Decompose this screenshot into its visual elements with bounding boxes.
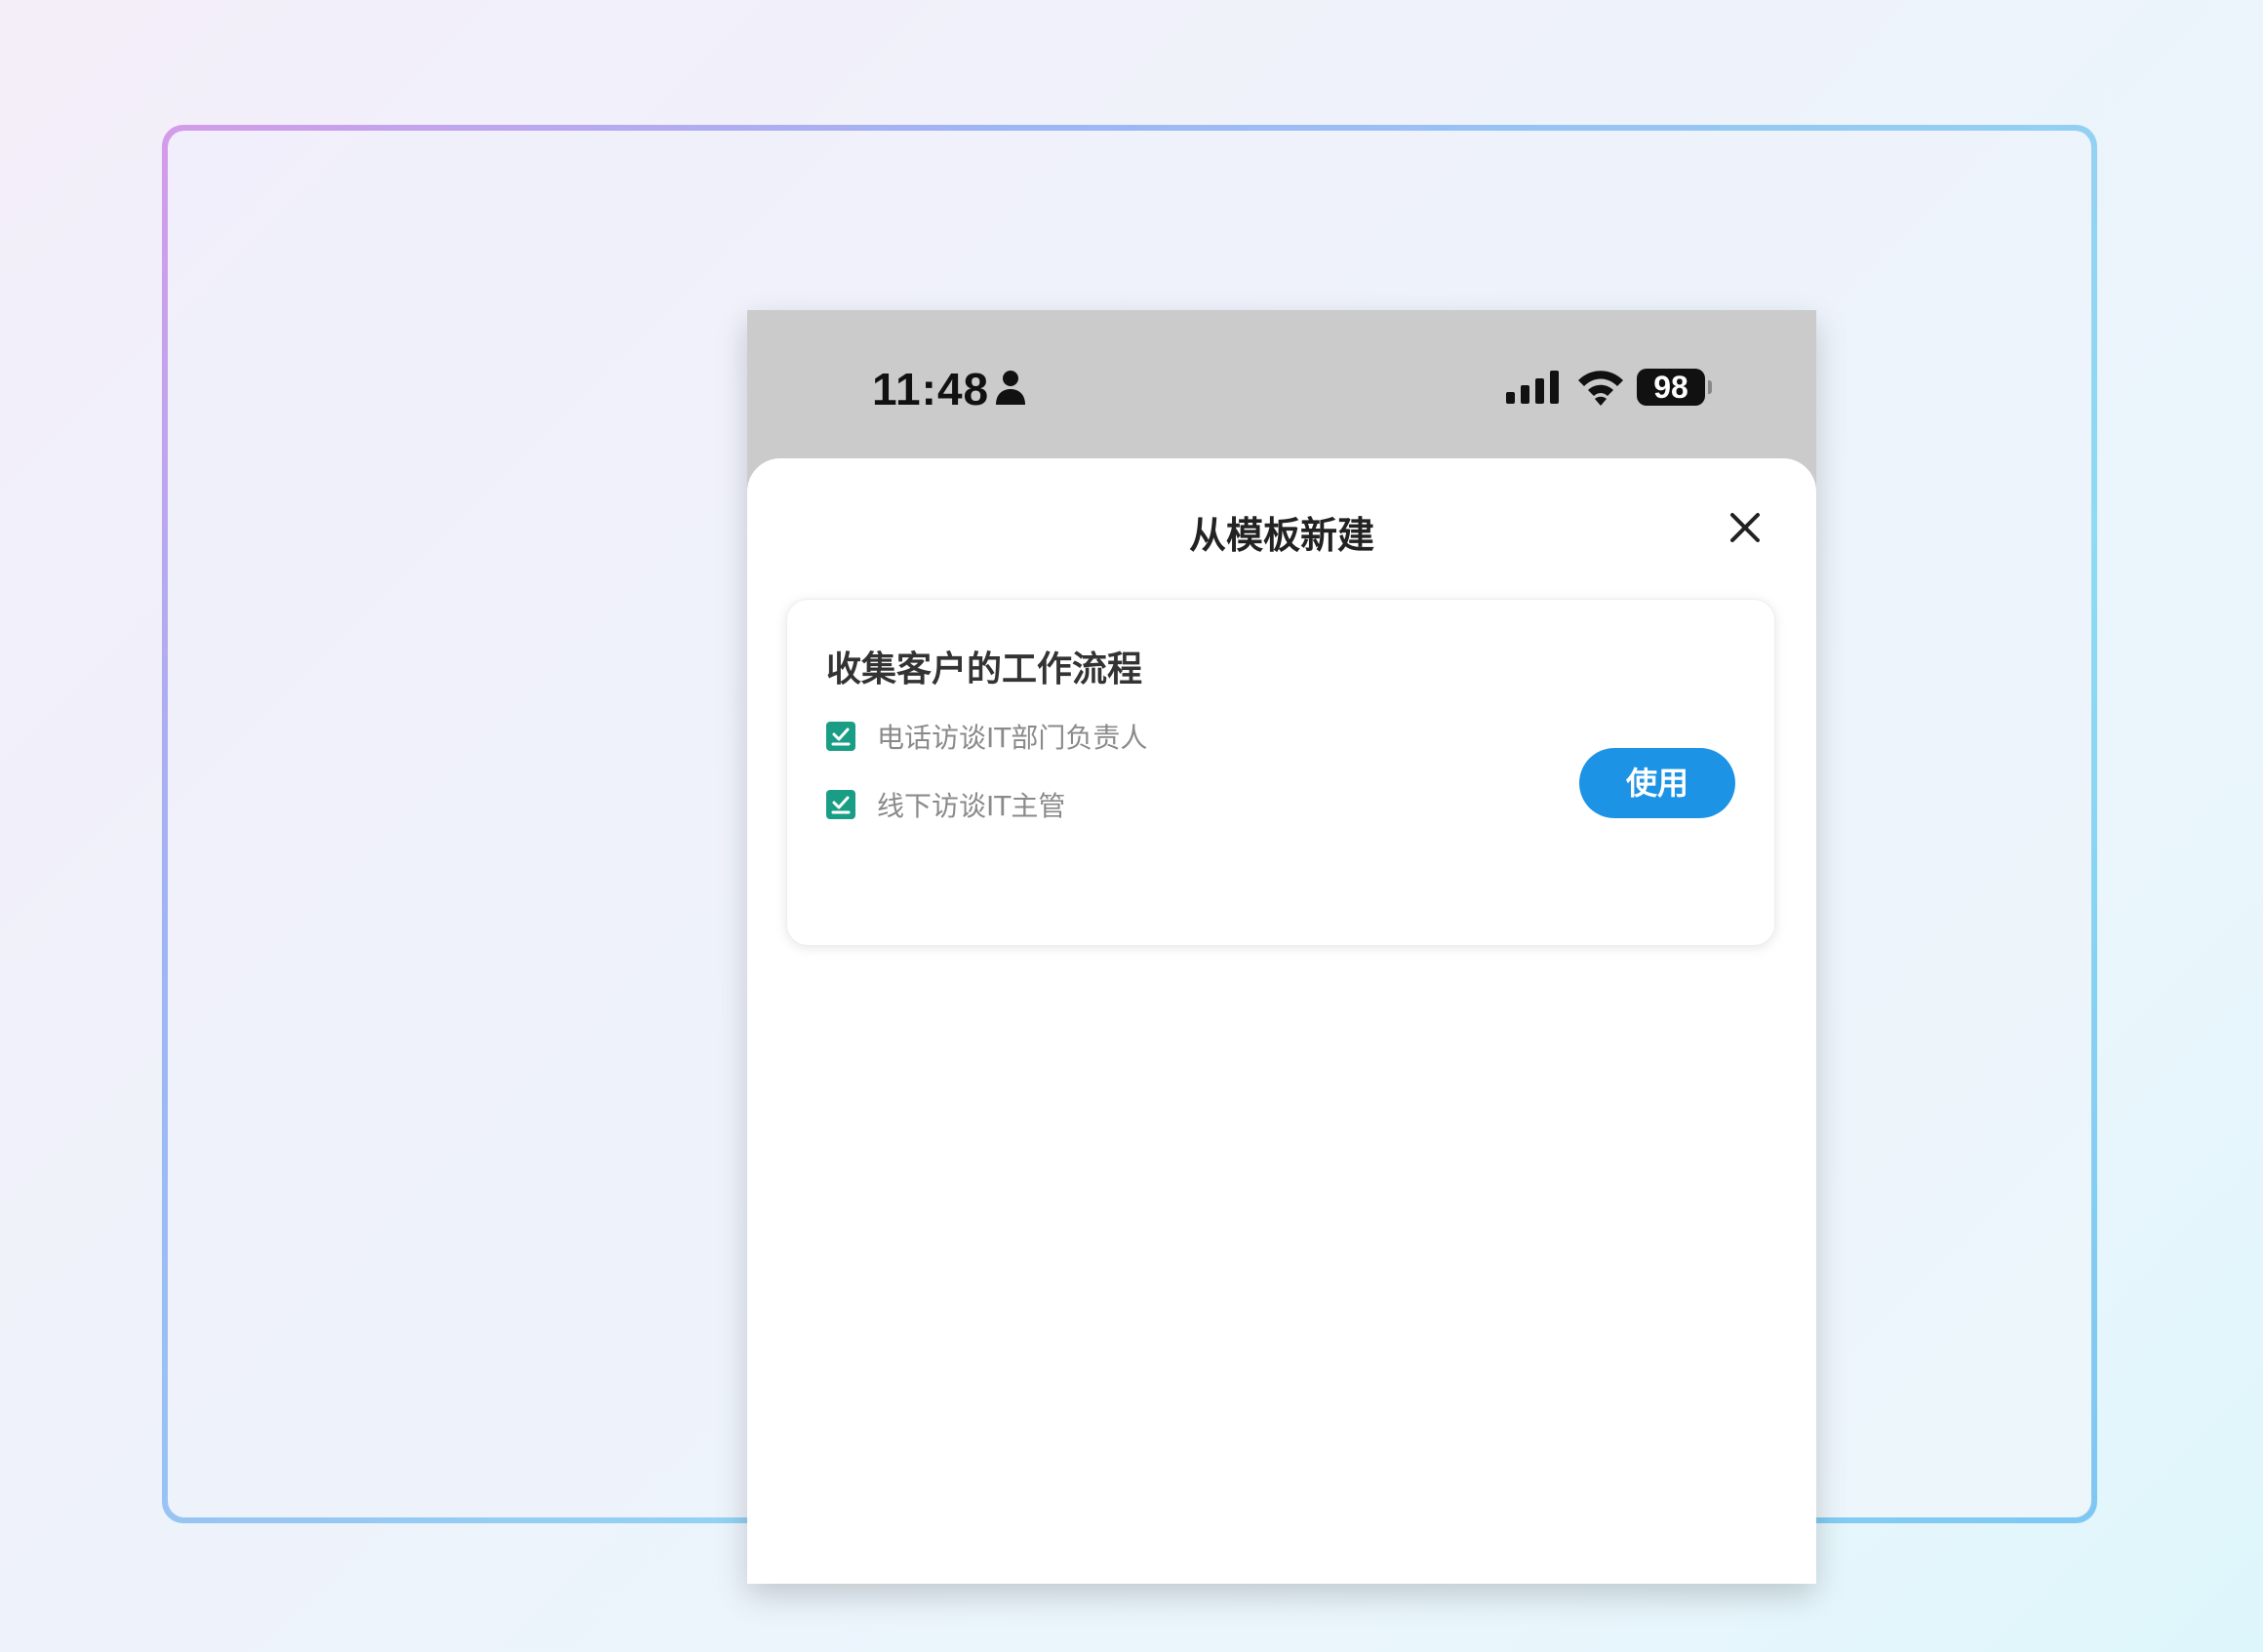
checkbox-checked-icon bbox=[826, 790, 855, 819]
bottom-sheet: 从模板新建 收集客户的工作流程 电话访谈IT部门负责人 线下访谈IT主管 使用 bbox=[747, 458, 1816, 1584]
phone-screen: 11:48 98 从模板新建 收集客户的工作流程 电话访谈IT部门负责人 线下访… bbox=[747, 310, 1816, 1584]
sheet-title: 从模板新建 bbox=[1188, 514, 1374, 557]
person-icon bbox=[996, 371, 1025, 405]
signal-icon bbox=[1506, 371, 1559, 404]
battery-tip bbox=[1708, 380, 1712, 394]
frame-content: 11:48 98 从模板新建 收集客户的工作流程 电话访谈IT部门负责人 线下访… bbox=[168, 131, 2091, 1584]
status-bar: 11:48 98 bbox=[747, 310, 1816, 458]
use-button[interactable]: 使用 bbox=[1579, 748, 1735, 818]
step-label: 线下访谈IT主管 bbox=[877, 790, 1066, 822]
status-time: 11:48 bbox=[872, 364, 990, 414]
close-icon[interactable] bbox=[1723, 505, 1767, 550]
checkbox-checked-icon bbox=[826, 722, 855, 751]
template-card[interactable]: 收集客户的工作流程 电话访谈IT部门负责人 线下访谈IT主管 使用 bbox=[786, 599, 1775, 946]
wifi-icon bbox=[1578, 371, 1623, 406]
step-item: 电话访谈IT部门负责人 bbox=[826, 717, 1147, 756]
battery-icon: 98 bbox=[1637, 369, 1705, 406]
template-title: 收集客户的工作流程 bbox=[826, 649, 1143, 689]
outer-frame: 11:48 98 从模板新建 收集客户的工作流程 电话访谈IT部门负责人 线下访… bbox=[162, 125, 2097, 1584]
step-item: 线下访谈IT主管 bbox=[826, 785, 1065, 824]
step-label: 电话访谈IT部门负责人 bbox=[877, 722, 1148, 754]
